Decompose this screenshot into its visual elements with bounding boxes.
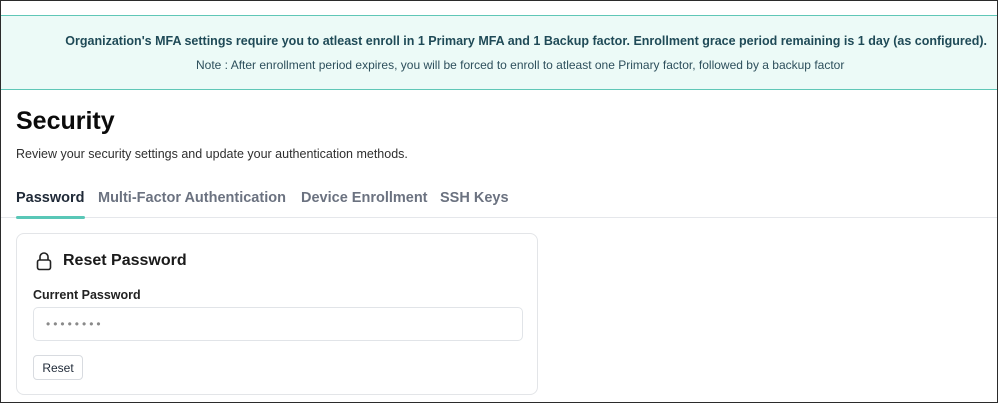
active-tab-indicator — [16, 216, 85, 219]
app-window: Organization's MFA settings require you … — [0, 0, 998, 403]
tab-label: Password — [16, 190, 85, 206]
tab-label: Multi-Factor Authentication — [98, 190, 286, 206]
reset-button[interactable]: Reset — [33, 355, 83, 380]
page-subtitle: Review your security settings and update… — [16, 147, 408, 161]
tab-multi-factor-authentication[interactable]: Multi-Factor Authentication — [98, 187, 286, 218]
reset-password-card: Reset Password Current Password Reset — [16, 233, 538, 395]
card-header: Reset Password — [36, 250, 187, 272]
current-password-label: Current Password — [33, 288, 141, 302]
tab-device-enrollment[interactable]: Device Enrollment — [301, 187, 428, 218]
tab-label: SSH Keys — [440, 190, 509, 206]
lock-icon — [36, 251, 52, 271]
tab-ssh-keys[interactable]: SSH Keys — [440, 187, 509, 218]
page-title: Security — [16, 107, 115, 135]
tab-password[interactable]: Password — [16, 187, 85, 219]
banner-message: Organization's MFA settings require you … — [65, 34, 987, 48]
security-tabs: Password Multi-Factor Authentication Dev… — [1, 187, 997, 219]
tab-label: Device Enrollment — [301, 190, 428, 206]
banner-note: Note : After enrollment period expires, … — [196, 58, 845, 72]
mfa-enrollment-banner: Organization's MFA settings require you … — [1, 15, 997, 90]
card-title: Reset Password — [63, 252, 187, 269]
current-password-input[interactable] — [33, 307, 523, 341]
